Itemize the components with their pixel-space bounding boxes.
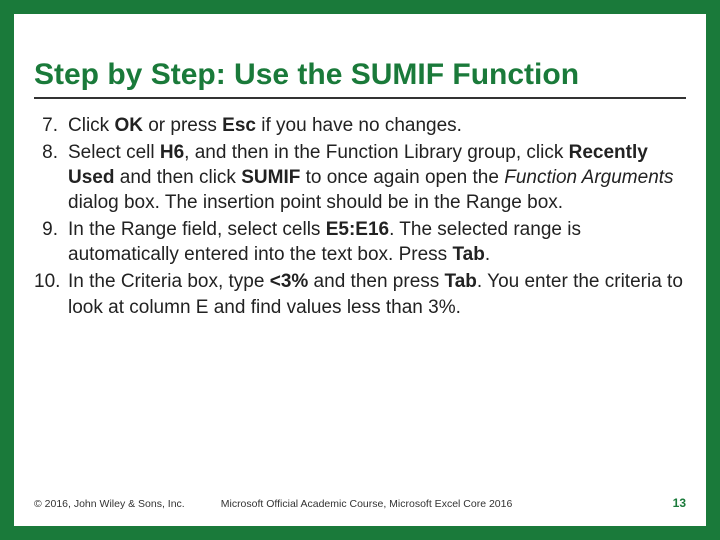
footer: © 2016, John Wiley & Sons, Inc. Microsof… xyxy=(34,496,686,510)
slide-frame: Step by Step: Use the SUMIF Function 7. … xyxy=(0,0,720,540)
step-number: 10. xyxy=(34,269,68,319)
list-item: 10. In the Criteria box, type <3% and th… xyxy=(34,269,686,319)
step-text: Select cell H6, and then in the Function… xyxy=(68,140,686,215)
step-text: In the Range field, select cells E5:E16.… xyxy=(68,217,686,267)
step-number: 7. xyxy=(34,113,68,138)
list-item: 7. Click OK or press Esc if you have no … xyxy=(34,113,686,138)
page-number: 13 xyxy=(673,496,686,510)
list-item: 9. In the Range field, select cells E5:E… xyxy=(34,217,686,267)
step-number: 8. xyxy=(34,140,68,215)
copyright-text: © 2016, John Wiley & Sons, Inc. xyxy=(34,498,185,510)
step-text: Click OK or press Esc if you have no cha… xyxy=(68,113,686,138)
title-rule xyxy=(34,97,686,99)
step-list: 7. Click OK or press Esc if you have no … xyxy=(34,113,686,320)
step-text: In the Criteria box, type <3% and then p… xyxy=(68,269,686,319)
list-item: 8. Select cell H6, and then in the Funct… xyxy=(34,140,686,215)
course-text: Microsoft Official Academic Course, Micr… xyxy=(221,498,673,510)
slide-content: Step by Step: Use the SUMIF Function 7. … xyxy=(14,14,706,526)
step-number: 9. xyxy=(34,217,68,267)
page-title: Step by Step: Use the SUMIF Function xyxy=(34,58,686,91)
